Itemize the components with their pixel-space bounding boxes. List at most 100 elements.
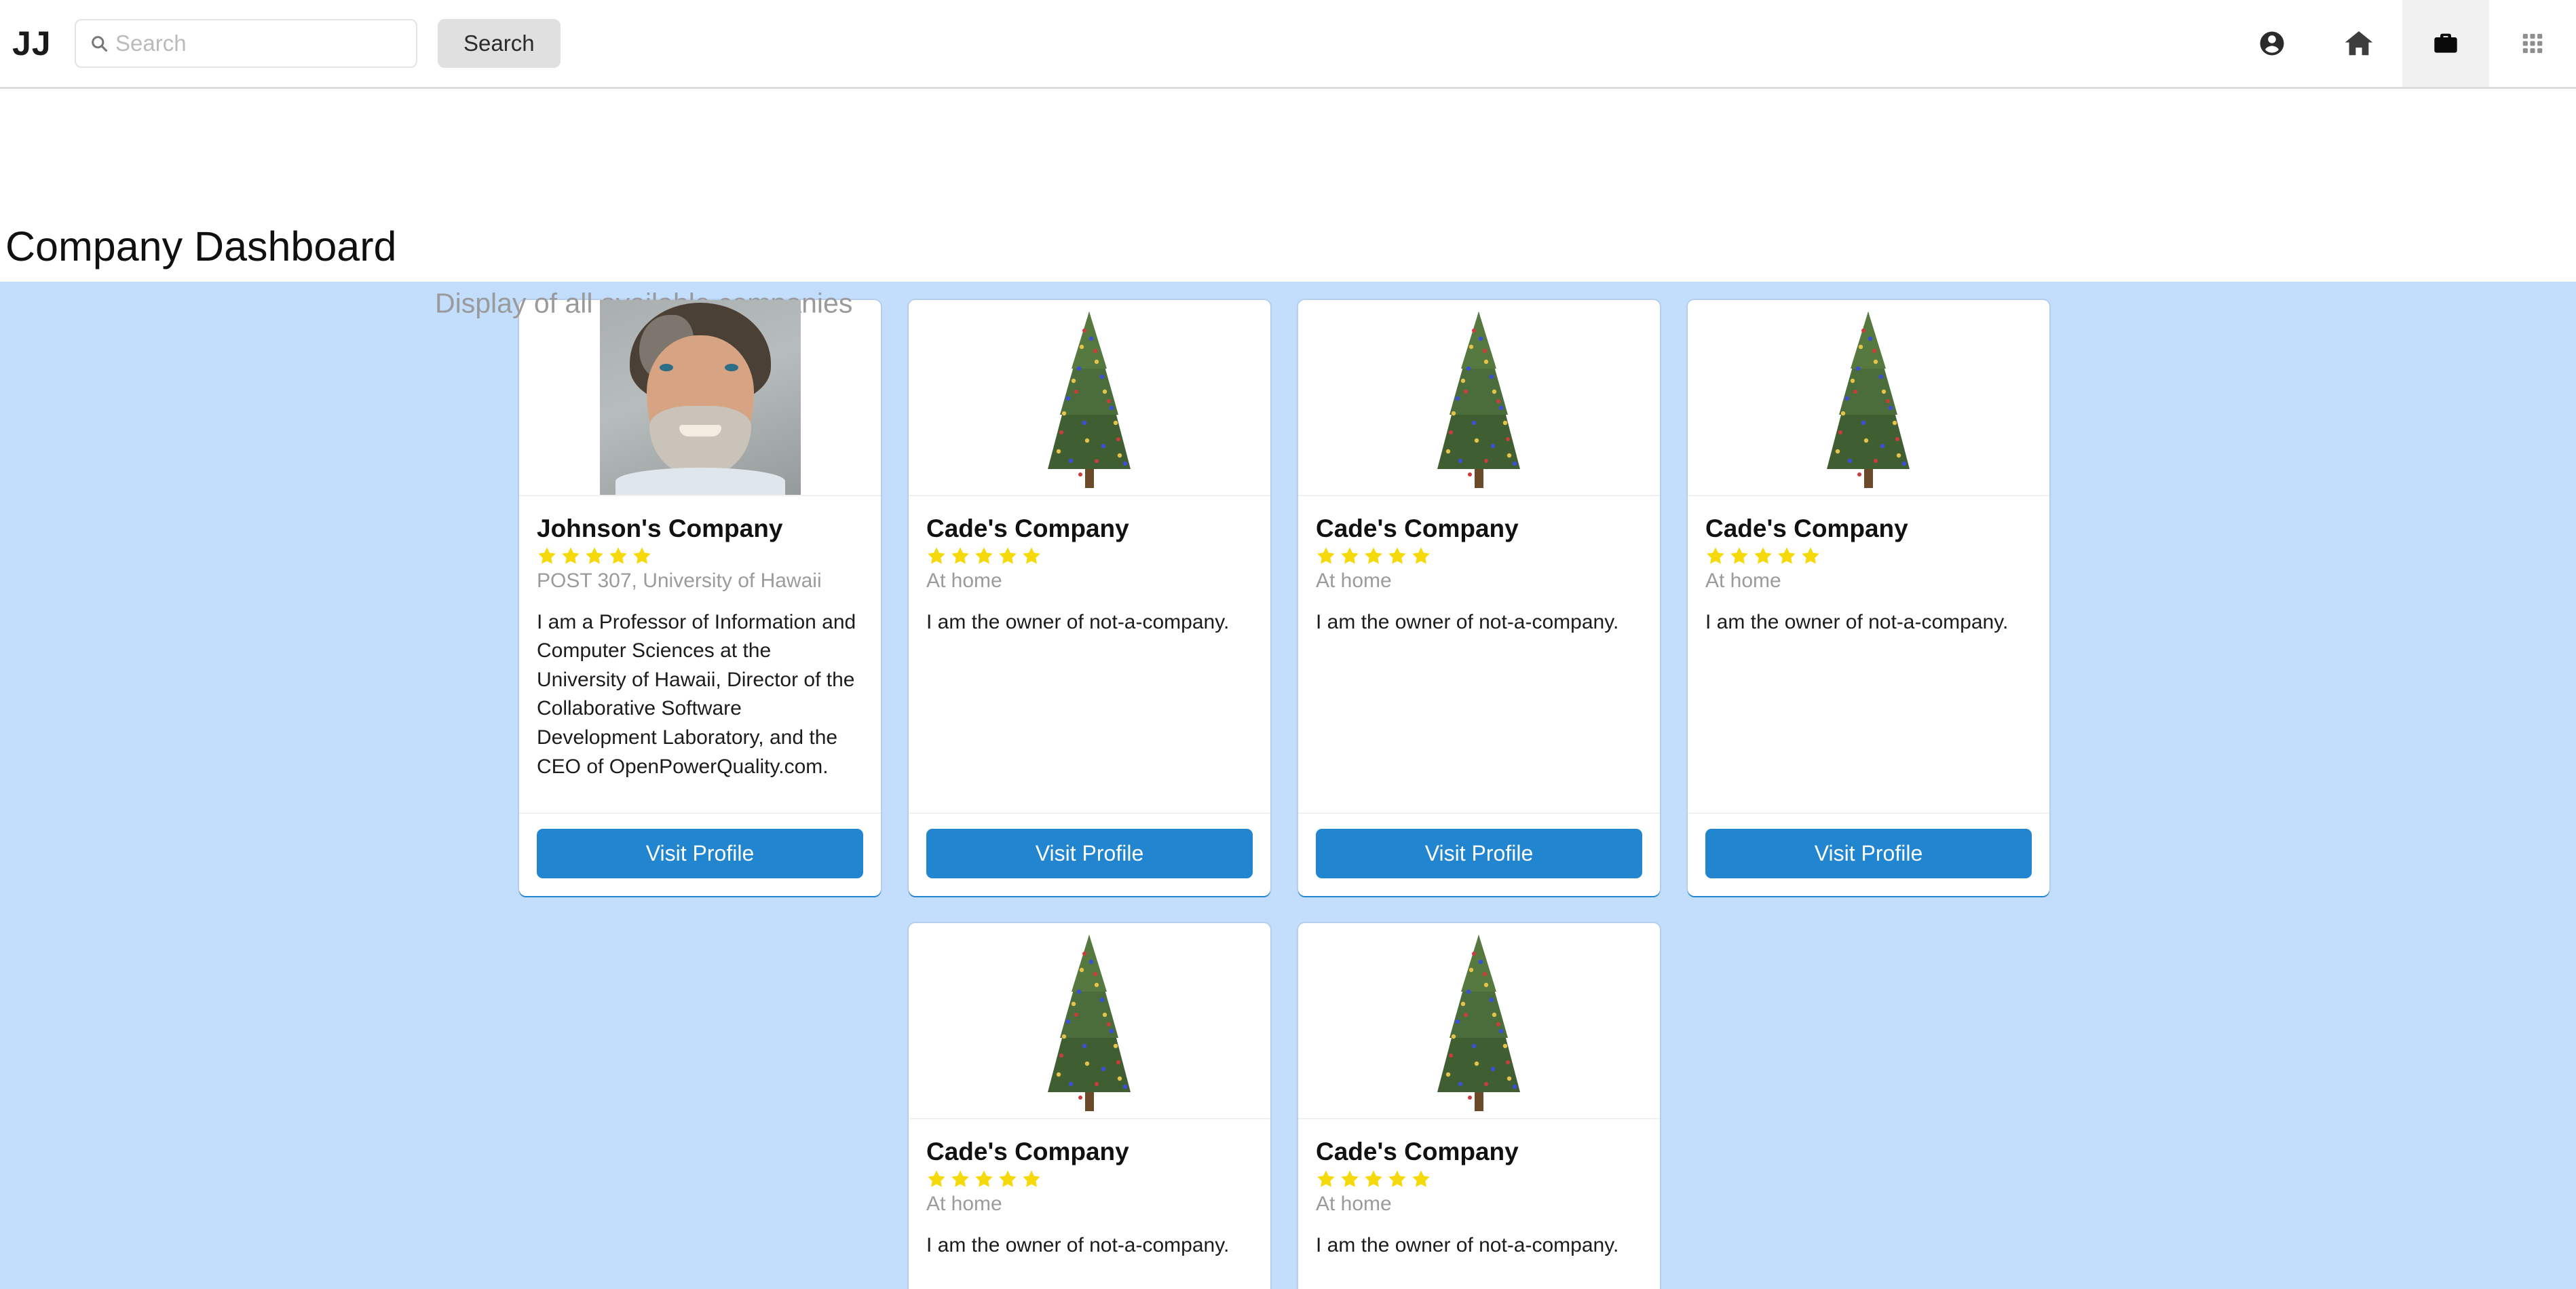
- search-area: Search: [75, 19, 561, 68]
- page-title: Company Dashboard: [5, 223, 397, 269]
- company-card[interactable]: Cade's Company At home I am the owner of…: [1298, 923, 1660, 1289]
- card-meta: At home: [926, 1192, 1002, 1215]
- card-body: Johnson's Company POST 307, University o…: [519, 496, 881, 812]
- card-title: Cade's Company: [1316, 515, 1519, 542]
- star-icon: [951, 1170, 969, 1187]
- star-icon: [538, 546, 556, 564]
- star-icon: [999, 546, 1017, 564]
- star-icon: [1317, 1170, 1335, 1187]
- card-footer: Visit Profile: [909, 812, 1270, 896]
- card-body: Cade's Company At home I am the owner of…: [1298, 496, 1660, 812]
- card-footer: Visit Profile: [519, 812, 881, 896]
- company-card-grid: Johnson's Company POST 307, University o…: [519, 300, 2054, 1289]
- star-icon: [975, 1170, 993, 1187]
- card-title: Cade's Company: [1316, 1138, 1519, 1165]
- star-icon: [951, 546, 969, 564]
- card-image: [909, 300, 1270, 496]
- rating-stars: [926, 546, 1253, 566]
- card-title: Cade's Company: [1705, 515, 1908, 542]
- card-body: Cade's Company At home I am the owner of…: [909, 1119, 1270, 1289]
- card-body: Cade's Company At home I am the owner of…: [1688, 496, 2049, 812]
- company-card[interactable]: Cade's Company At home I am the owner of…: [1688, 300, 2049, 896]
- search-input[interactable]: [115, 31, 416, 56]
- star-icon: [928, 546, 945, 564]
- christmas-tree-photo: [1048, 312, 1131, 488]
- star-icon: [1388, 1170, 1406, 1187]
- search-button[interactable]: Search: [438, 19, 561, 68]
- company-card[interactable]: Cade's Company At home I am the owner of…: [909, 923, 1270, 1289]
- company-card[interactable]: Cade's Company At home I am the owner of…: [1298, 300, 1660, 896]
- christmas-tree-photo: [1437, 312, 1520, 488]
- card-body: Cade's Company At home I am the owner of…: [1298, 1119, 1660, 1289]
- rating-stars: [1316, 1169, 1642, 1189]
- card-meta: At home: [926, 569, 1002, 592]
- star-icon: [1778, 546, 1796, 564]
- card-body: Cade's Company At home I am the owner of…: [909, 496, 1270, 812]
- card-footer: Visit Profile: [1298, 812, 1660, 896]
- rating-stars: [1705, 546, 2032, 566]
- christmas-tree-photo: [1437, 935, 1520, 1111]
- star-icon: [609, 546, 627, 564]
- star-icon: [999, 1170, 1017, 1187]
- header-icon-group: [2229, 0, 2576, 87]
- rating-stars: [926, 1169, 1253, 1189]
- star-icon: [1802, 546, 1819, 564]
- star-icon: [1412, 546, 1430, 564]
- card-image: [519, 300, 881, 496]
- card-description: I am the owner of not-a-company.: [1705, 610, 2009, 633]
- card-description: I am the owner of not-a-company.: [926, 610, 1230, 633]
- card-title: Cade's Company: [926, 515, 1129, 542]
- search-icon: [92, 36, 108, 52]
- card-image: [909, 923, 1270, 1119]
- portrait-photo: [599, 300, 801, 495]
- company-card[interactable]: Johnson's Company POST 307, University o…: [519, 300, 881, 896]
- star-icon: [1365, 546, 1382, 564]
- user-circle-icon[interactable]: [2229, 0, 2315, 87]
- grid-apps-icon[interactable]: [2489, 0, 2576, 87]
- company-board: Johnson's Company POST 307, University o…: [0, 282, 2576, 1289]
- card-image: [1298, 300, 1660, 496]
- search-input-wrapper[interactable]: [75, 19, 417, 68]
- visit-profile-button[interactable]: Visit Profile: [1705, 829, 2032, 878]
- star-icon: [1754, 546, 1772, 564]
- card-footer: Visit Profile: [1688, 812, 2049, 896]
- star-icon: [1023, 546, 1040, 564]
- card-meta: At home: [1705, 569, 1781, 592]
- card-title: Johnson's Company: [537, 515, 783, 542]
- star-icon: [1730, 546, 1748, 564]
- star-icon: [633, 546, 651, 564]
- page-header-block: Company Dashboard Display of all availab…: [0, 89, 2576, 319]
- card-image: [1298, 923, 1660, 1119]
- briefcase-icon[interactable]: [2402, 0, 2489, 87]
- rating-stars: [537, 546, 863, 566]
- star-icon: [928, 1170, 945, 1187]
- top-header: JJ Search: [0, 0, 2576, 89]
- card-meta: At home: [1316, 569, 1392, 592]
- company-card[interactable]: Cade's Company At home I am the owner of…: [909, 300, 1270, 896]
- star-icon: [1317, 546, 1335, 564]
- christmas-tree-photo: [1827, 312, 1910, 488]
- rating-stars: [1316, 546, 1642, 566]
- brand-logo[interactable]: JJ: [12, 24, 75, 63]
- christmas-tree-photo: [1048, 935, 1131, 1111]
- star-icon: [1412, 1170, 1430, 1187]
- star-icon: [586, 546, 603, 564]
- card-description: I am the owner of not-a-company.: [1316, 1233, 1619, 1256]
- star-icon: [1707, 546, 1724, 564]
- card-image: [1688, 300, 2049, 496]
- visit-profile-button[interactable]: Visit Profile: [926, 829, 1253, 878]
- star-icon: [975, 546, 993, 564]
- card-description: I am the owner of not-a-company.: [1316, 610, 1619, 633]
- star-icon: [1023, 1170, 1040, 1187]
- card-meta: At home: [1316, 1192, 1392, 1215]
- home-icon[interactable]: [2315, 0, 2402, 87]
- card-description: I am a Professor of Information and Comp…: [537, 610, 856, 778]
- star-icon: [1341, 546, 1359, 564]
- visit-profile-button[interactable]: Visit Profile: [537, 829, 863, 878]
- card-meta: POST 307, University of Hawaii: [537, 569, 822, 592]
- card-title: Cade's Company: [926, 1138, 1129, 1165]
- visit-profile-button[interactable]: Visit Profile: [1316, 829, 1642, 878]
- star-icon: [1341, 1170, 1359, 1187]
- card-description: I am the owner of not-a-company.: [926, 1233, 1230, 1256]
- star-icon: [1388, 546, 1406, 564]
